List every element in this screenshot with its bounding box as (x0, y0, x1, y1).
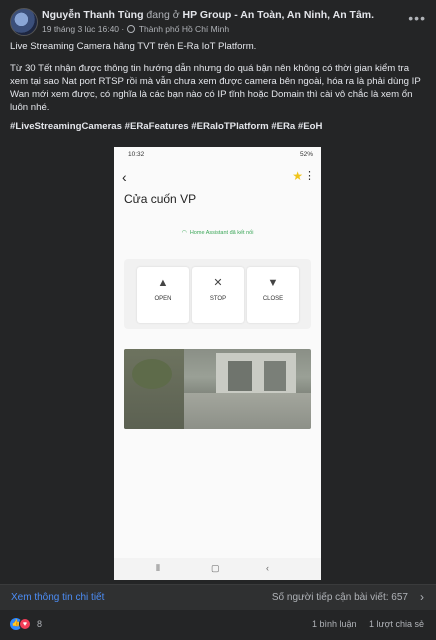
android-nav-bar: ⦀ ▢ ‹ (114, 558, 321, 580)
camera-feed (124, 349, 311, 429)
location-link[interactable]: HP Group - An Toàn, An Ninh, An Tâm. (183, 9, 375, 21)
star-icon: ★ (292, 169, 303, 183)
open-label: OPEN (154, 296, 172, 302)
back-icon: ‹ (266, 563, 269, 573)
home-icon: ▢ (211, 563, 220, 573)
x-icon: ✕ (213, 277, 223, 289)
author-line: Nguyễn Thanh Tùng đang ở HP Group - An T… (42, 9, 374, 21)
stop-label: STOP (209, 296, 227, 302)
insights-bar[interactable]: Xem thông tin chi tiết Số người tiếp cận… (0, 584, 436, 610)
phone-screenshot[interactable]: 10:32 52% ‹ ★ ⋮ Cửa cuốn VP ◠ Home Assist… (114, 147, 321, 580)
post-paragraph-1: Live Streaming Camera hãng TVT trên E-Ra… (10, 41, 257, 52)
shares-count[interactable]: 1 lượt chia sẻ (369, 619, 424, 629)
back-arrow-icon: ‹ (122, 169, 127, 185)
post-card: Nguyễn Thanh Tùng đang ở HP Group - An T… (0, 0, 436, 640)
control-panel: ▲ OPEN ✕ STOP ▼ CLOSE (124, 259, 311, 329)
close-label: CLOSE (262, 296, 284, 302)
author-name[interactable]: Nguyễn Thanh Tùng (42, 9, 144, 21)
post-date[interactable]: 19 tháng 3 lúc 16:40 (42, 24, 119, 34)
post-city: Thành phố Hồ Chí Minh (138, 24, 230, 34)
camera-door (228, 361, 252, 391)
stop-control: ✕ STOP (192, 267, 244, 323)
post-paragraph-2: Từ 30 Tết nhận được thông tin hướng dẫn … (10, 63, 421, 113)
post-hashtags[interactable]: #LiveStreamingCameras #ERaFeatures #ERaI… (10, 120, 428, 133)
reach-count: Số người tiếp cận bài viết: 657 (271, 592, 408, 603)
comments-count[interactable]: 1 bình luận (312, 619, 357, 629)
post-meta: 19 tháng 3 lúc 16:40 · Thành phố Hồ Chí … (42, 24, 230, 34)
connection-text: Home Assistant đã kết nối (189, 230, 254, 236)
wifi-icon: ◠ (181, 230, 187, 236)
triangle-down-icon: ▼ (267, 277, 279, 289)
camera-tree (132, 359, 172, 389)
recent-apps-icon: ⦀ (156, 563, 160, 573)
status-battery: 52% (299, 151, 313, 158)
open-control: ▲ OPEN (137, 267, 189, 323)
post-header: Nguyễn Thanh Tùng đang ở HP Group - An T… (10, 8, 426, 38)
camera-door (264, 361, 286, 391)
connection-status: ◠ Home Assistant đã kết nối (114, 229, 321, 236)
heart-icon: ♥ (19, 618, 31, 630)
ellipsis-icon[interactable]: ••• (408, 10, 426, 26)
details-link[interactable]: Xem thông tin chi tiết (11, 592, 104, 603)
kebab-menu-icon: ⋮ (304, 170, 315, 182)
avatar[interactable] (10, 8, 38, 36)
device-title: Cửa cuốn VP (124, 192, 197, 206)
post-stats: 1 bình luận 1 lượt chia sẻ (302, 619, 424, 629)
triangle-up-icon: ▲ (157, 277, 169, 289)
globe-icon (126, 25, 135, 33)
status-bar: 10:32 52% (114, 147, 321, 161)
status-time: 10:32 (128, 151, 145, 158)
reaction-count[interactable]: 8 (37, 619, 42, 629)
at-text: đang ở (146, 9, 180, 21)
chevron-right-icon[interactable]: › (420, 590, 424, 604)
close-control: ▼ CLOSE (247, 267, 299, 323)
